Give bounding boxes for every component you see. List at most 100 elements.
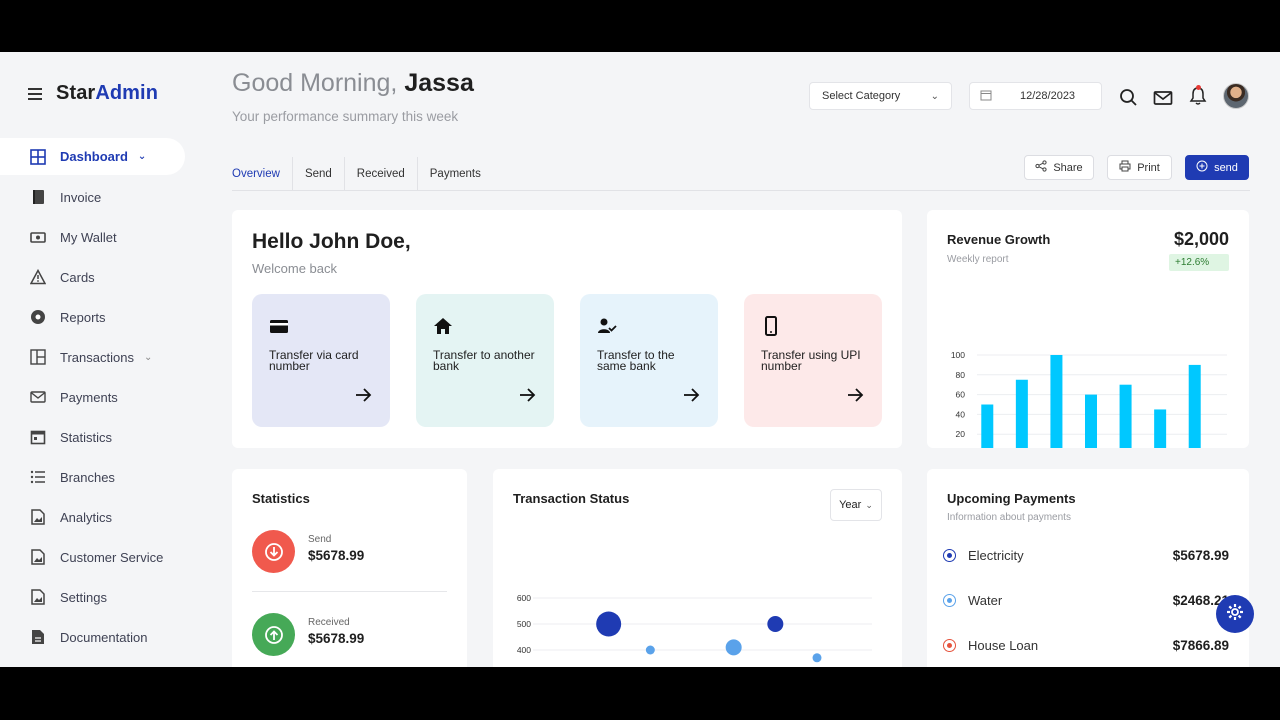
date-picker[interactable]: 12/28/2023 <box>969 82 1102 110</box>
sidebar-item-customer-service[interactable]: Customer Service <box>0 537 200 577</box>
stat-send-label: Send <box>308 534 332 545</box>
gear-badge-icon <box>30 309 46 325</box>
hamburger-menu-icon[interactable] <box>28 88 42 100</box>
sidebar-item-documentation[interactable]: Documentation <box>0 617 200 657</box>
share-button[interactable]: Share <box>1024 155 1094 180</box>
revenue-bar-chart: 020406080100JanFebMarAprMayJunJul <box>951 350 1227 449</box>
mail-icon[interactable] <box>1153 88 1173 108</box>
arrow-right-icon <box>682 386 700 404</box>
transaction-scatter-chart: 200300400500600 <box>517 593 872 663</box>
statistics-card: Statistics Send $5678.99 Received $5678.… <box>232 469 467 667</box>
printer-icon <box>1119 160 1131 175</box>
sidebar-item-analytics[interactable]: Analytics <box>0 497 200 537</box>
sidebar-item-payments[interactable]: Payments <box>0 377 200 417</box>
scatter-point[interactable] <box>596 611 622 637</box>
layout-icon <box>30 349 46 365</box>
sidebar-item-statistics[interactable]: Statistics <box>0 417 200 457</box>
tab-received[interactable]: Received <box>345 157 418 191</box>
sidebar-item-branches[interactable]: Branches <box>0 457 200 497</box>
avatar[interactable] <box>1223 83 1249 109</box>
scatter-point[interactable] <box>767 616 784 632</box>
bar[interactable] <box>1188 364 1201 448</box>
hello-subtitle: Welcome back <box>252 261 338 276</box>
payment-row-house-loan[interactable]: House Loan $7866.89 <box>943 635 1229 655</box>
transfer-card-another-bank[interactable]: Transfer to another bank <box>416 294 554 427</box>
scatter-point[interactable] <box>812 653 822 663</box>
arrow-right-icon <box>354 386 372 404</box>
sidebar-item-dashboard[interactable]: Dashboard ⌄ <box>0 138 185 175</box>
sidebar-item-label: Settings <box>60 589 107 605</box>
bar[interactable] <box>981 404 994 449</box>
tab-send[interactable]: Send <box>293 157 345 191</box>
page-subtitle: Your performance summary this week <box>232 109 459 124</box>
transfer-card-same-bank[interactable]: Transfer to the same bank <box>580 294 718 427</box>
radio-dot-icon <box>943 593 956 607</box>
arrow-right-icon <box>518 386 536 404</box>
y-tick-label: 20 <box>956 429 966 439</box>
search-icon[interactable] <box>1119 88 1139 108</box>
sidebar-item-my-wallet[interactable]: My Wallet <box>0 217 200 257</box>
revenue-growth-card: Revenue Growth Weekly report $2,000 +12.… <box>927 210 1249 448</box>
image-file-icon <box>30 589 46 605</box>
download-icon <box>252 530 295 573</box>
y-tick-label: 500 <box>517 619 531 629</box>
tab-payments[interactable]: Payments <box>418 157 493 191</box>
transfer-label: Transfer via card number <box>269 348 359 373</box>
payment-name: Water <box>968 592 1003 608</box>
payment-amount: $7866.89 <box>1172 637 1229 653</box>
sidebar-item-label: Customer Service <box>60 549 164 565</box>
bar[interactable] <box>1015 379 1028 448</box>
bar[interactable] <box>1119 384 1132 448</box>
y-tick-label: 60 <box>956 390 966 400</box>
y-tick-label: 80 <box>956 370 966 380</box>
app-window: StarAdmin Dashboard ⌄ Invoice My Wallet … <box>0 52 1280 667</box>
payment-row-water[interactable]: Water $2468.21 <box>943 590 1229 610</box>
sidebar-item-transactions[interactable]: Transactions ⌄ <box>0 337 200 377</box>
settings-fab[interactable] <box>1216 595 1254 633</box>
category-select[interactable]: Select Category ⌄ <box>809 82 952 110</box>
print-button[interactable]: Print <box>1107 155 1172 180</box>
sidebar-item-reports[interactable]: Reports <box>0 297 200 337</box>
transaction-status-card: Transaction Status Year ⌄ 20030040050060… <box>493 469 902 667</box>
document-icon <box>30 629 46 645</box>
scatter-point[interactable] <box>645 645 655 655</box>
sidebar-item-label: Branches <box>60 469 115 485</box>
transfer-label: Transfer to the same bank <box>597 348 675 373</box>
phone-icon <box>761 316 781 336</box>
sidebar-nav: Dashboard ⌄ Invoice My Wallet Cards Repo… <box>0 138 200 657</box>
tabs-divider <box>232 190 1250 191</box>
sidebar-item-cards[interactable]: Cards <box>0 257 200 297</box>
share-icon <box>1035 160 1047 175</box>
tab-overview[interactable]: Overview <box>232 157 293 191</box>
bar[interactable] <box>1050 355 1063 448</box>
transfer-card-upi[interactable]: Transfer using UPI number <box>744 294 882 427</box>
upload-icon <box>252 613 295 656</box>
bar[interactable] <box>1154 409 1167 448</box>
radio-dot-icon <box>943 638 956 652</box>
logo[interactable]: StarAdmin <box>56 82 158 105</box>
transfer-label: Transfer using UPI number <box>761 348 861 373</box>
wallet-icon <box>30 229 46 245</box>
transfer-card-card-number[interactable]: Transfer via card number <box>252 294 390 427</box>
sidebar: StarAdmin Dashboard ⌄ Invoice My Wallet … <box>0 52 200 667</box>
payment-name: Electricity <box>968 547 1024 563</box>
scatter-point[interactable] <box>725 639 742 656</box>
user-name: Jassa <box>404 69 474 97</box>
bar[interactable] <box>1085 394 1097 448</box>
image-file-icon <box>30 509 46 525</box>
stat-send-value: $5678.99 <box>308 548 365 563</box>
sidebar-item-invoice[interactable]: Invoice <box>0 177 200 217</box>
transfer-label: Transfer to another bank <box>433 348 535 373</box>
y-tick-label: 600 <box>517 593 531 603</box>
send-button[interactable]: send <box>1185 155 1249 180</box>
payment-amount: $5678.99 <box>1172 547 1229 563</box>
chevron-down-icon: ⌄ <box>137 151 147 162</box>
send-label: send <box>1214 161 1238 174</box>
payment-row-electricity[interactable]: Electricity $5678.99 <box>943 545 1229 565</box>
stat-received: Received $5678.99 <box>252 613 452 657</box>
sidebar-item-settings[interactable]: Settings <box>0 577 200 617</box>
image-file-icon <box>30 549 46 565</box>
credit-card-icon <box>269 316 289 336</box>
sidebar-item-label: Transactions <box>60 349 134 365</box>
sidebar-item-label: Analytics <box>60 509 113 525</box>
